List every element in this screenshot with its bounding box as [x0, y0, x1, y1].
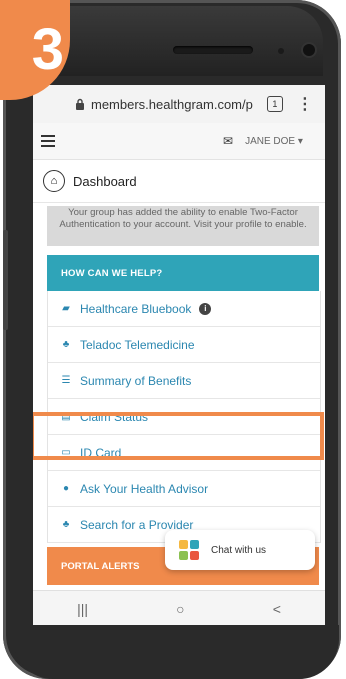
- menu-item-label: Teladoc Telemedicine: [80, 337, 195, 352]
- lock-icon: [76, 98, 84, 110]
- browser-address-bar[interactable]: members.healthgram.com/p 1 ⋮: [33, 85, 325, 124]
- chat-with-us-button[interactable]: Chat with us: [165, 530, 315, 570]
- mail-icon[interactable]: ✉: [223, 134, 233, 148]
- recents-icon[interactable]: |||: [77, 601, 88, 617]
- doctor-icon: ♣: [62, 519, 70, 530]
- sensor-dot: [278, 48, 284, 54]
- book-icon: ▰: [62, 303, 70, 314]
- id-card-highlight-box: [33, 412, 324, 460]
- menu-item-label: Ask Your Health Advisor: [80, 481, 209, 496]
- front-camera: [303, 44, 315, 56]
- list-icon: ☰: [61, 375, 71, 386]
- back-icon[interactable]: <: [273, 601, 281, 617]
- menu-item-teladoc[interactable]: ♣ Teladoc Telemedicine: [48, 327, 320, 363]
- chat-label: Chat with us: [211, 544, 267, 556]
- phone-frame: members.healthgram.com/p 1 ⋮ ✉ JANE DOE …: [3, 0, 341, 679]
- user-menu[interactable]: JANE DOE ▾: [245, 136, 303, 147]
- hamburger-menu-icon[interactable]: [41, 132, 55, 150]
- phone-bottom-bezel: [13, 625, 339, 679]
- tab-count-button[interactable]: 1: [266, 96, 283, 112]
- doctor-icon: ♣: [62, 339, 70, 350]
- menu-item-label: Healthcare Bluebook: [80, 301, 192, 316]
- chat-logo-icon: [179, 540, 199, 560]
- menu-item-healthcare-bluebook[interactable]: ▰ Healthcare Bluebook i: [48, 291, 320, 327]
- home-nav-icon[interactable]: ○: [176, 601, 184, 617]
- dashboard-bar[interactable]: ⌂ Dashboard: [33, 160, 325, 203]
- home-icon: ⌂: [43, 170, 65, 192]
- site-header: ✉ JANE DOE ▾: [33, 123, 325, 160]
- user-name: JANE DOE: [245, 135, 296, 147]
- phone-screen: members.healthgram.com/p 1 ⋮ ✉ JANE DOE …: [33, 85, 325, 625]
- menu-item-label: Summary of Benefits: [80, 373, 192, 388]
- info-icon[interactable]: i: [199, 302, 212, 315]
- side-button: [3, 230, 8, 330]
- menu-item-summary-of-benefits[interactable]: ☰ Summary of Benefits: [48, 363, 320, 399]
- speaker-grille: [173, 46, 253, 54]
- chevron-down-icon: ▾: [297, 135, 303, 147]
- two-factor-notice: Your group has added the ability to enab…: [47, 206, 319, 246]
- dashboard-title: Dashboard: [73, 173, 137, 189]
- chat-bubbles-icon: ●: [62, 483, 70, 494]
- browser-menu-icon[interactable]: ⋮: [297, 94, 313, 114]
- help-section-heading: HOW CAN WE HELP?: [47, 255, 319, 291]
- menu-item-ask-health-advisor[interactable]: ● Ask Your Health Advisor: [48, 471, 320, 507]
- android-nav-bar: ||| ○ <: [33, 590, 325, 625]
- url-text[interactable]: members.healthgram.com/p: [91, 97, 253, 112]
